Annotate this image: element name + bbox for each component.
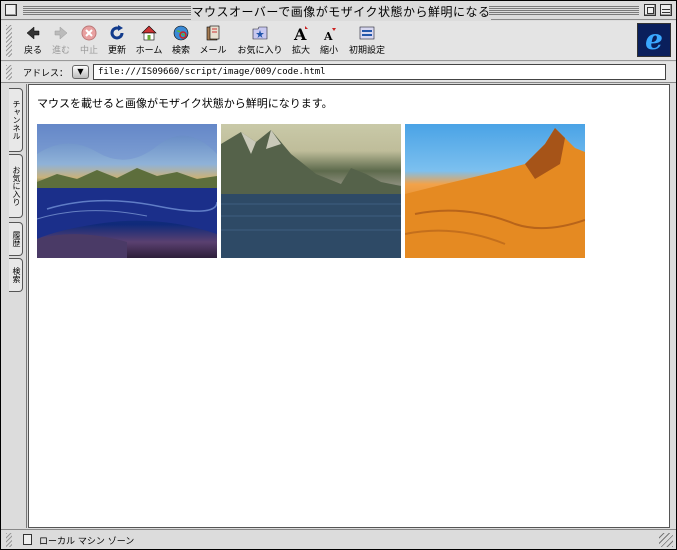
collapse-box[interactable]	[660, 4, 672, 16]
home-icon	[140, 24, 158, 42]
resize-handle[interactable]	[659, 533, 673, 547]
chevron-down-icon: ▼	[77, 67, 84, 76]
title-stripes-right	[489, 5, 639, 15]
title-stripes-left	[23, 5, 193, 15]
zone-icon	[23, 534, 32, 545]
forward-label: 進む	[51, 46, 70, 56]
favorites-icon	[251, 24, 269, 42]
zoom-box[interactable]	[644, 4, 656, 16]
svg-text:A: A	[323, 30, 333, 42]
forward-button[interactable]: 進む	[49, 24, 73, 58]
search-label: 検索	[171, 46, 190, 56]
page-message: マウスを載せると画像がモザイク状態から鮮明になります。	[37, 97, 333, 110]
tab-search[interactable]: 検索	[9, 258, 23, 292]
page-content: マウスを載せると画像がモザイク状態から鮮明になります。	[28, 84, 670, 528]
address-grip[interactable]	[6, 65, 12, 80]
preferences-button[interactable]: 初期設定	[347, 24, 387, 58]
refresh-icon	[108, 24, 126, 42]
tab-channels[interactable]: チャンネル	[9, 88, 23, 152]
back-button[interactable]: 戻る	[21, 24, 45, 58]
title-bar[interactable]: マウスオーバーで画像がモザイク状態から鮮明になる	[1, 1, 676, 20]
back-label: 戻る	[23, 46, 42, 56]
font-larger-icon: A	[292, 24, 310, 44]
toolbar: 戻る 進む 中止 更新 ホーム 検索 メール お気に入り A 拡大 A 縮小 初…	[1, 21, 676, 61]
mail-label: メール	[199, 46, 227, 56]
mail-button[interactable]: メール	[197, 24, 229, 58]
window-title: マウスオーバーで画像がモザイク状態から鮮明になる	[191, 3, 491, 20]
back-arrow-icon	[24, 24, 42, 42]
font-larger-label: 拡大	[291, 46, 310, 56]
toolbar-grip[interactable]	[6, 25, 12, 57]
preferences-label: 初期設定	[348, 46, 385, 56]
favorites-label: お気に入り	[237, 46, 283, 56]
search-button[interactable]: 検索	[169, 24, 193, 58]
stop-button[interactable]: 中止	[77, 24, 101, 58]
security-zone-label: ローカル マシン ゾーン	[39, 537, 135, 547]
tab-history[interactable]: 履歴	[9, 222, 23, 256]
refresh-label: 更新	[107, 46, 126, 56]
font-smaller-button[interactable]: A 縮小	[317, 24, 341, 58]
address-input[interactable]: file:///IS09660/script/image/009/code.ht…	[93, 64, 666, 80]
stop-label: 中止	[79, 46, 98, 56]
status-bar: ローカル マシン ゾーン	[1, 529, 676, 549]
svg-text:A: A	[293, 25, 307, 42]
forward-arrow-icon	[52, 24, 70, 42]
home-label: ホーム	[135, 46, 163, 56]
font-smaller-icon: A	[320, 24, 338, 43]
ie-e-icon: e	[645, 23, 663, 56]
status-grip	[6, 533, 12, 547]
desert-mountain-landscape-image[interactable]	[405, 124, 585, 258]
ocean-coast-landscape-image[interactable]	[37, 124, 217, 258]
address-bar: アドレス： ▼ file:///IS09660/script/image/009…	[1, 62, 676, 83]
home-button[interactable]: ホーム	[133, 24, 165, 58]
explorer-bar: チャンネル お気に入り 履歴 検索	[1, 84, 27, 528]
lake-mountains-landscape-image[interactable]	[221, 124, 401, 258]
browser-window: マウスオーバーで画像がモザイク状態から鮮明になる 戻る 進む 中止 更新 ホーム…	[0, 0, 677, 550]
ie-logo: e	[637, 23, 671, 57]
font-smaller-label: 縮小	[319, 46, 338, 56]
address-history-dropdown[interactable]: ▼	[72, 65, 89, 79]
preferences-icon	[358, 24, 376, 42]
address-label: アドレス：	[23, 69, 69, 79]
stop-icon	[80, 24, 98, 42]
tab-favorites[interactable]: お気に入り	[9, 154, 23, 218]
search-globe-icon	[172, 24, 190, 42]
mail-icon	[204, 24, 222, 42]
favorites-button[interactable]: お気に入り	[235, 24, 285, 58]
font-larger-button[interactable]: A 拡大	[289, 24, 313, 58]
close-box[interactable]	[5, 4, 17, 16]
refresh-button[interactable]: 更新	[105, 24, 129, 58]
